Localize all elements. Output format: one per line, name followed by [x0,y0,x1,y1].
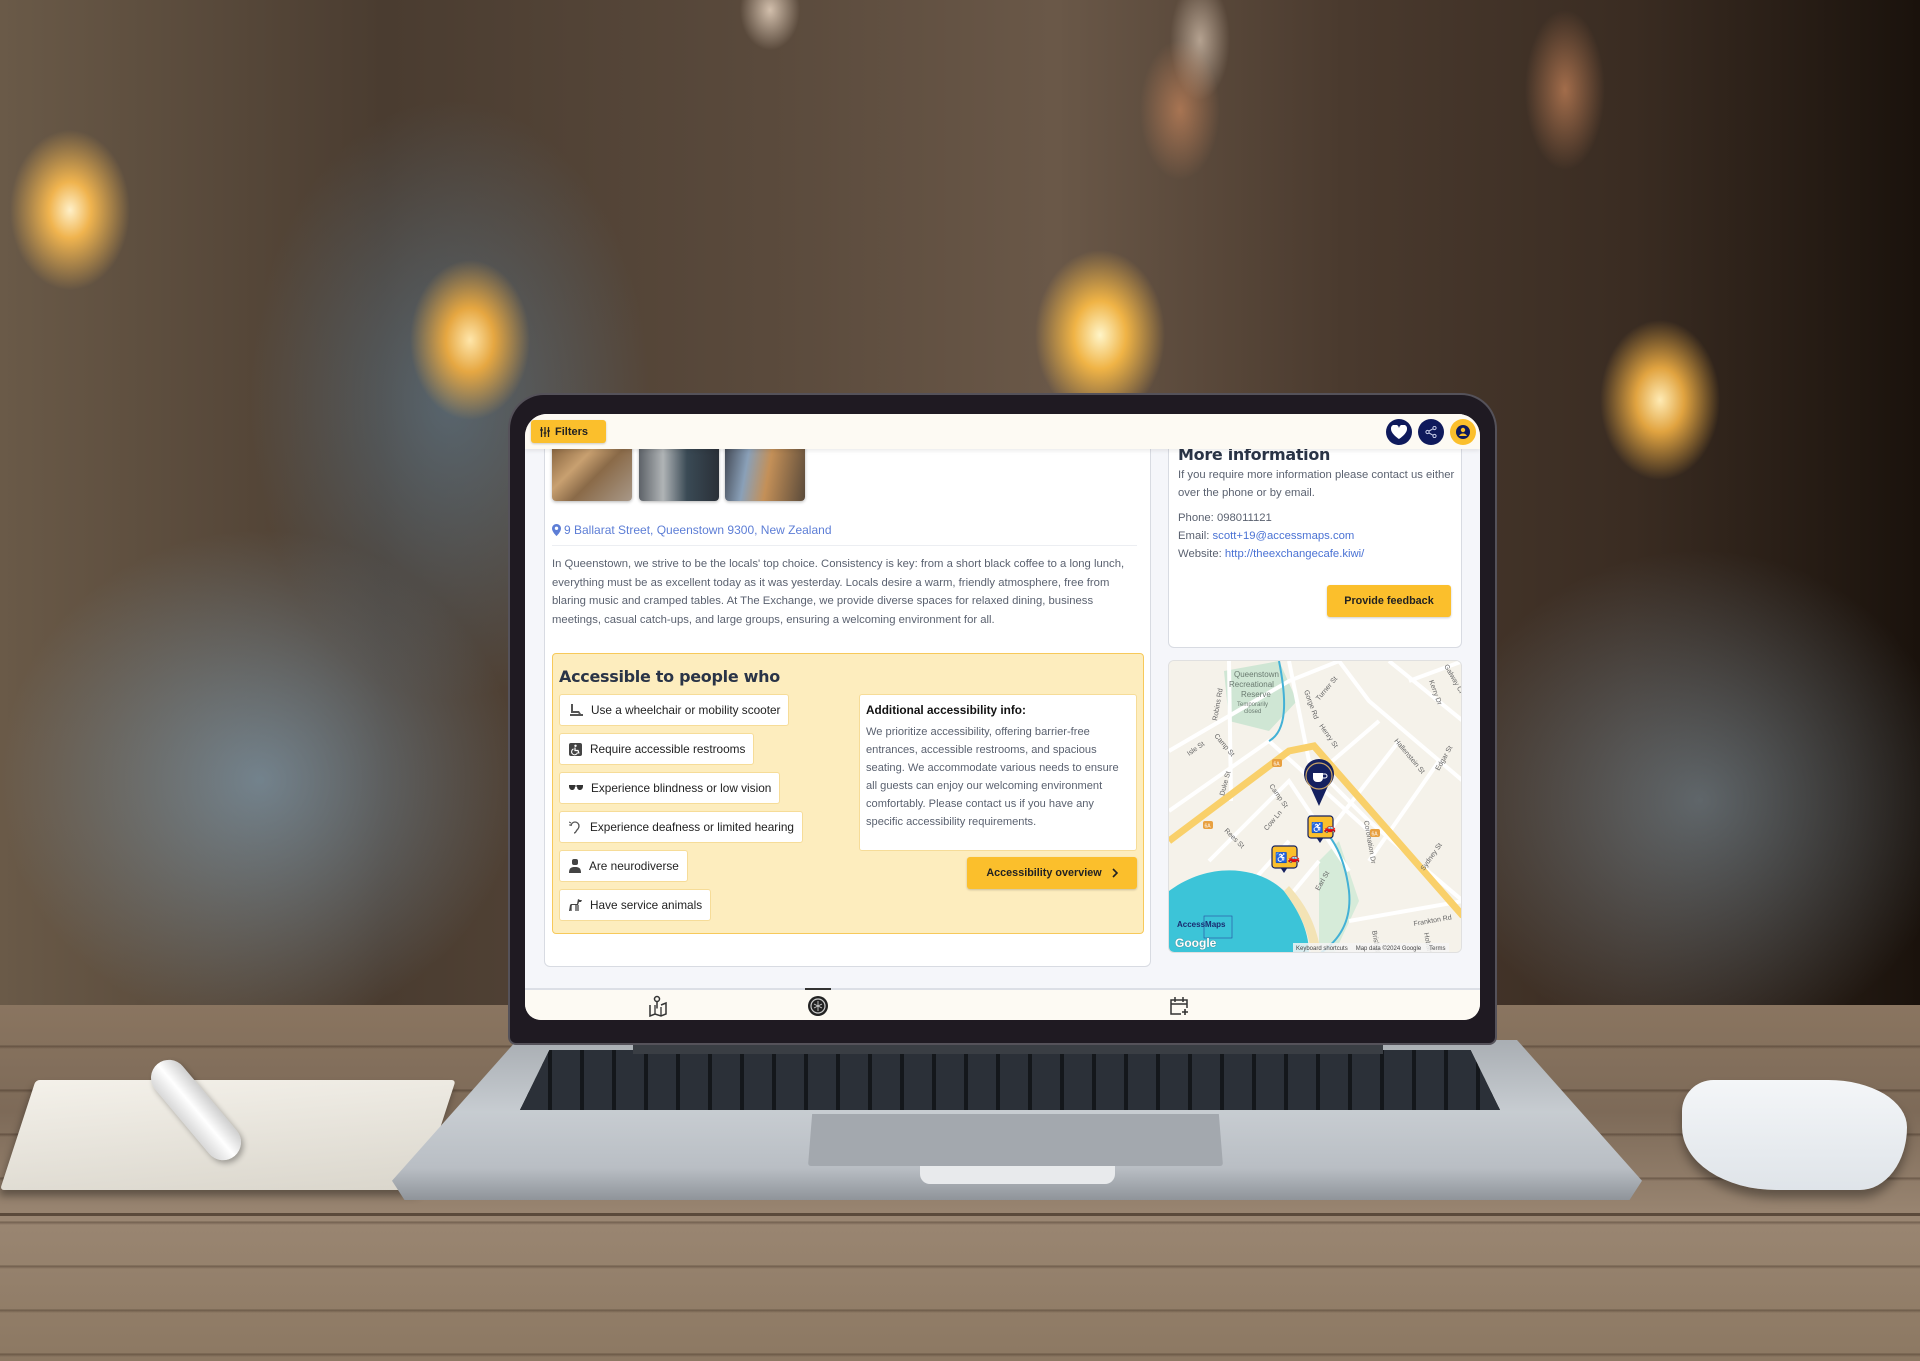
website-link[interactable]: http://theexchangecafe.kiwi/ [1225,548,1364,560]
service-dog-icon [569,899,582,911]
heart-icon [1391,425,1407,439]
computer-mouse [1682,1080,1907,1190]
keyboard-shortcuts-link[interactable]: Keyboard shortcuts [1296,946,1348,952]
provide-feedback-button[interactable]: Provide feedback [1327,585,1451,617]
account-button[interactable] [1450,419,1476,445]
location-pin-icon [552,524,561,536]
svg-text:6A: 6A [1274,762,1281,768]
svg-text:6A: 6A [1205,824,1212,830]
map-label-reserve-note: Temporarily [1237,702,1268,708]
map-attribution-bar: Keyboard shortcuts Map data ©2024 Google… [1293,943,1449,952]
chip-label: Experience blindness or low vision [591,781,772,795]
map-guide-icon [649,995,667,1017]
email-label: Email: [1178,530,1210,542]
laptop-trackpad [808,1114,1223,1166]
favorite-button[interactable] [1386,419,1412,445]
filters-label: Filters [555,425,589,438]
terms-link[interactable]: Terms [1429,946,1445,952]
accessible-restroom-icon [569,742,582,756]
website-line: Website: http://theexchangecafe.kiwi/ [1178,548,1364,560]
accessibility-chip-hearing: Experience deafness or limited hearing [559,811,803,843]
top-bar: Filters [525,414,1480,449]
neurodiverse-person-icon [569,859,581,873]
accessibility-section: Accessible to people who Use a wheelchai… [552,653,1144,934]
chevron-right-icon [1112,868,1118,878]
more-information-text: If you require more information please c… [1178,469,1455,500]
share-button[interactable] [1418,419,1444,445]
accessmaps-brand: AccessMaps [1177,920,1226,929]
venue-details-card: 9 Ballarat Street, Queenstown 9300, New … [544,414,1151,967]
hearing-icon [569,820,580,834]
google-logo: Google [1175,936,1217,950]
user-account-icon [1456,425,1470,439]
email-link[interactable]: scott+19@accessmaps.com [1213,530,1355,542]
coffee-cup-icon [1313,773,1323,782]
venue-address-link[interactable]: 9 Ballarat Street, Queenstown 9300, New … [552,523,832,537]
add-event-calendar-icon [1170,997,1188,1015]
venue-description: In Queenstown, we strive to be the local… [552,558,1125,626]
laptop-keyboard [520,1050,1500,1110]
address-text: 9 Ballarat Street, Queenstown 9300, New … [564,523,832,537]
phone-number[interactable]: 098011121 [1217,512,1272,524]
map-label-reserve-note-2: closed [1244,709,1261,715]
chip-label: Require accessible restrooms [590,742,746,756]
phone-line: Phone: 098011121 [1178,512,1272,524]
accessibility-chip-neurodiverse: Are neurodiverse [559,850,688,882]
sliders-icon [540,426,550,437]
divider [552,545,1137,546]
button-label: Accessibility overview [986,867,1102,879]
nav-home[interactable] [805,988,831,1020]
wheelchair-car-icon: ♿🚗 [1311,821,1336,834]
accessibility-chip-wheelchair: Use a wheelchair or mobility scooter [559,694,790,726]
accessibility-chip-service-animals: Have service animals [559,889,712,921]
nav-map-guide[interactable] [645,993,671,1019]
accessibility-title: Accessible to people who [559,667,780,686]
share-icon [1425,426,1437,438]
location-map[interactable]: Queenstown Recreational Reserve Temporar… [1168,660,1462,953]
accessibility-chip-restrooms: Require accessible restrooms [559,733,755,765]
email-line: Email: scott+19@accessmaps.com [1178,530,1354,542]
bottom-navigation [525,988,1480,1020]
map-data-attribution: Map data ©2024 Google [1355,945,1422,952]
desk-plank-gap [0,1213,1920,1216]
wheelchair-car-icon: ♿🚗 [1275,851,1300,864]
additional-info-title: Additional accessibility info: [866,703,1026,717]
mobility-scooter-icon [570,704,583,716]
phone-label: Phone: [1178,512,1214,524]
laptop-lid-notch [920,1166,1115,1184]
filters-button[interactable]: Filters [531,420,606,443]
chip-label: Are neurodiverse [589,859,679,873]
map-label-reserve-3: Reserve [1241,690,1271,699]
additional-info-text: We prioritize accessibility, offering ba… [866,726,1119,828]
map-canvas[interactable]: Queenstown Recreational Reserve Temporar… [1169,661,1462,953]
nav-add-event[interactable] [1166,993,1192,1019]
laptop-screen: 9 Ballarat Street, Queenstown 9300, New … [525,414,1480,1020]
accessibility-chip-vision: Experience blindness or low vision [559,772,781,804]
accessibility-overview-button[interactable]: Accessibility overview [967,857,1137,889]
map-label-reserve: Queenstown [1234,670,1279,679]
chip-label: Experience deafness or limited hearing [590,820,794,834]
chip-label: Use a wheelchair or mobility scooter [591,703,781,717]
map-label-reserve-2: Recreational [1229,680,1274,689]
additional-accessibility-info: Additional accessibility info: We priori… [859,694,1137,851]
svg-text:6A: 6A [1372,832,1379,838]
more-information-card: Saturday 8 am–3 pm More information If y… [1168,414,1462,648]
sunglasses-icon [569,785,583,790]
accessmaps-home-icon [808,996,828,1016]
website-label: Website: [1178,548,1222,560]
chip-label: Have service animals [590,898,703,912]
